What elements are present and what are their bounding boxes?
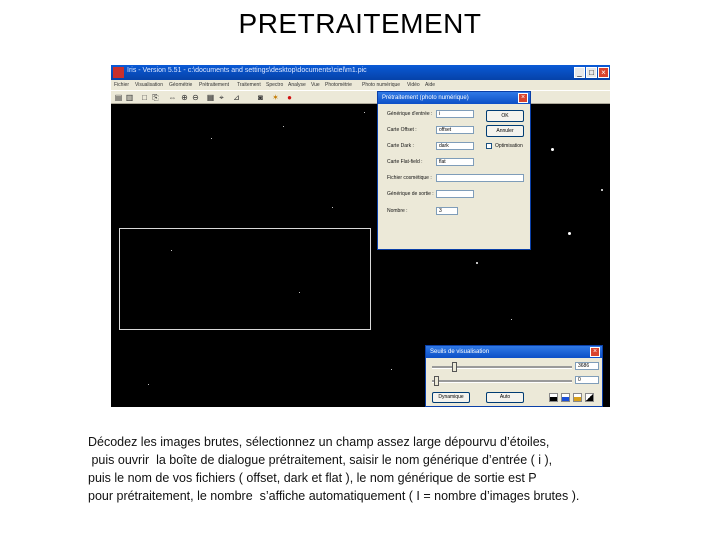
pretraitement-dialog-title[interactable]: Prétraitement (photo numérique) bbox=[378, 92, 530, 104]
star bbox=[148, 384, 149, 385]
star bbox=[511, 319, 512, 320]
pretraitement-dialog: Prétraitement (photo numérique) × Généri… bbox=[377, 91, 531, 250]
output-generic-label: Générique de sortie : bbox=[387, 191, 434, 197]
palette-color-icon[interactable] bbox=[573, 393, 582, 402]
record-icon[interactable]: ● bbox=[285, 93, 294, 102]
number-field[interactable]: 3 bbox=[436, 207, 458, 215]
seuils-close-icon[interactable]: × bbox=[590, 347, 600, 357]
maximize-button[interactable]: □ bbox=[586, 67, 597, 78]
cancel-button[interactable]: Annuler bbox=[486, 125, 524, 137]
minimize-button[interactable]: _ bbox=[574, 67, 585, 78]
dark-map-label: Carte Dark : bbox=[387, 143, 414, 149]
menu-bar: Fichier Visualisation Géométrie Prétrait… bbox=[111, 80, 610, 90]
slide-title: PRETRAITEMENT bbox=[238, 8, 482, 39]
star bbox=[601, 189, 603, 191]
menu-aide[interactable]: Aide bbox=[425, 82, 435, 88]
offset-map-label: Carte Offset : bbox=[387, 127, 417, 133]
input-generic-label: Générique d'entrée : bbox=[387, 111, 433, 117]
high-threshold-thumb[interactable] bbox=[452, 362, 457, 372]
star bbox=[332, 207, 333, 208]
crosshair-icon[interactable]: ⌖ bbox=[217, 93, 226, 102]
menu-analyse[interactable]: Analyse bbox=[288, 82, 306, 88]
pretraitement-close-icon[interactable]: × bbox=[518, 93, 528, 103]
camera-icon[interactable]: ◙ bbox=[256, 93, 265, 102]
zoom-fit-icon[interactable]: ⇔ bbox=[168, 93, 177, 102]
body-line: Décodez les images brutes, sélectionnez … bbox=[88, 435, 550, 449]
menu-pretraitement[interactable]: Prétraitement bbox=[199, 82, 229, 88]
iris-app-icon bbox=[113, 67, 124, 78]
auto-button[interactable]: Auto bbox=[486, 392, 524, 403]
save-icon[interactable]: ▥ bbox=[125, 93, 134, 102]
window-titlebar[interactable]: Iris - Version 5.51 - c:\documents and s… bbox=[111, 65, 610, 80]
menu-photometrie[interactable]: Photométrie bbox=[325, 82, 352, 88]
dynamic-button[interactable]: Dynamique bbox=[432, 392, 470, 403]
body-line: puis le nom de vos fichiers ( offset, da… bbox=[88, 471, 537, 485]
flat-map-label: Carte Flat-field : bbox=[387, 159, 423, 165]
zoom-in-icon[interactable]: ⊕ bbox=[180, 93, 189, 102]
offset-map-field[interactable]: offset bbox=[436, 126, 474, 134]
selection-rectangle[interactable] bbox=[119, 228, 371, 330]
menu-spectro[interactable]: Spectro bbox=[266, 82, 283, 88]
iris-window: Iris - Version 5.51 - c:\documents and s… bbox=[111, 65, 610, 407]
grid-icon[interactable]: ▦ bbox=[206, 93, 215, 102]
menu-video[interactable]: Vidéo bbox=[407, 82, 420, 88]
menu-vue[interactable]: Vue bbox=[311, 82, 320, 88]
window-title: Iris - Version 5.51 - c:\documents and s… bbox=[127, 67, 367, 74]
toolbar: ▤ ▥ □ ⎘ ⇔ ⊕ ⊖ ▦ ⌖ ⊿ ◙ ✶ ● bbox=[111, 90, 610, 104]
low-threshold-thumb[interactable] bbox=[434, 376, 439, 386]
seuils-dialog-title[interactable]: Seuils de visualisation bbox=[426, 346, 602, 358]
low-threshold-field[interactable]: 0 bbox=[575, 376, 599, 384]
output-generic-field[interactable] bbox=[436, 190, 474, 198]
star bbox=[568, 232, 571, 235]
star bbox=[391, 369, 392, 370]
star bbox=[211, 138, 212, 139]
star bbox=[551, 148, 554, 151]
zoom-out-icon[interactable]: ⊖ bbox=[191, 93, 200, 102]
slide-body-text: Décodez les images brutes, sélectionnez … bbox=[88, 433, 708, 505]
copy-icon[interactable]: □ bbox=[140, 93, 149, 102]
menu-geometrie[interactable]: Géométrie bbox=[169, 82, 192, 88]
palette-bw-icon[interactable] bbox=[549, 393, 558, 402]
palette-blue-icon[interactable] bbox=[561, 393, 570, 402]
cosmetic-file-label: Fichier cosmétique : bbox=[387, 175, 432, 181]
cosmetic-file-field[interactable] bbox=[436, 174, 524, 182]
menu-visualisation[interactable]: Visualisation bbox=[135, 82, 163, 88]
flat-map-field[interactable]: flat bbox=[436, 158, 474, 166]
number-label: Nombre : bbox=[387, 208, 408, 214]
input-generic-field[interactable]: i bbox=[436, 110, 474, 118]
menu-fichier[interactable]: Fichier bbox=[114, 82, 129, 88]
menu-traitement[interactable]: Traitement bbox=[237, 82, 261, 88]
palette-gradient-icon[interactable] bbox=[585, 393, 594, 402]
open-icon[interactable]: ▤ bbox=[114, 93, 123, 102]
low-threshold-slider[interactable] bbox=[432, 380, 572, 383]
seuils-dialog: Seuils de visualisation × 3686 0 Dynamiq… bbox=[425, 345, 603, 407]
star bbox=[364, 112, 365, 113]
close-button[interactable]: × bbox=[598, 67, 609, 78]
star bbox=[283, 126, 284, 127]
menu-photo-numerique[interactable]: Photo numérique bbox=[362, 82, 400, 88]
body-line: pour prétraitement, le nombre s’affiche … bbox=[88, 489, 580, 503]
star bbox=[476, 262, 478, 264]
high-threshold-field[interactable]: 3686 bbox=[575, 362, 599, 370]
ok-button[interactable]: OK bbox=[486, 110, 524, 122]
paste-icon[interactable]: ⎘ bbox=[151, 93, 160, 102]
optimization-label: Optimisation bbox=[495, 143, 523, 149]
optimization-checkbox[interactable] bbox=[486, 143, 492, 149]
body-line: puis ouvrir la boîte de dialogue prétrai… bbox=[88, 453, 553, 467]
dark-map-field[interactable]: dark bbox=[436, 142, 474, 150]
measure-icon[interactable]: ⊿ bbox=[232, 93, 241, 102]
palette-icon[interactable]: ✶ bbox=[271, 93, 280, 102]
